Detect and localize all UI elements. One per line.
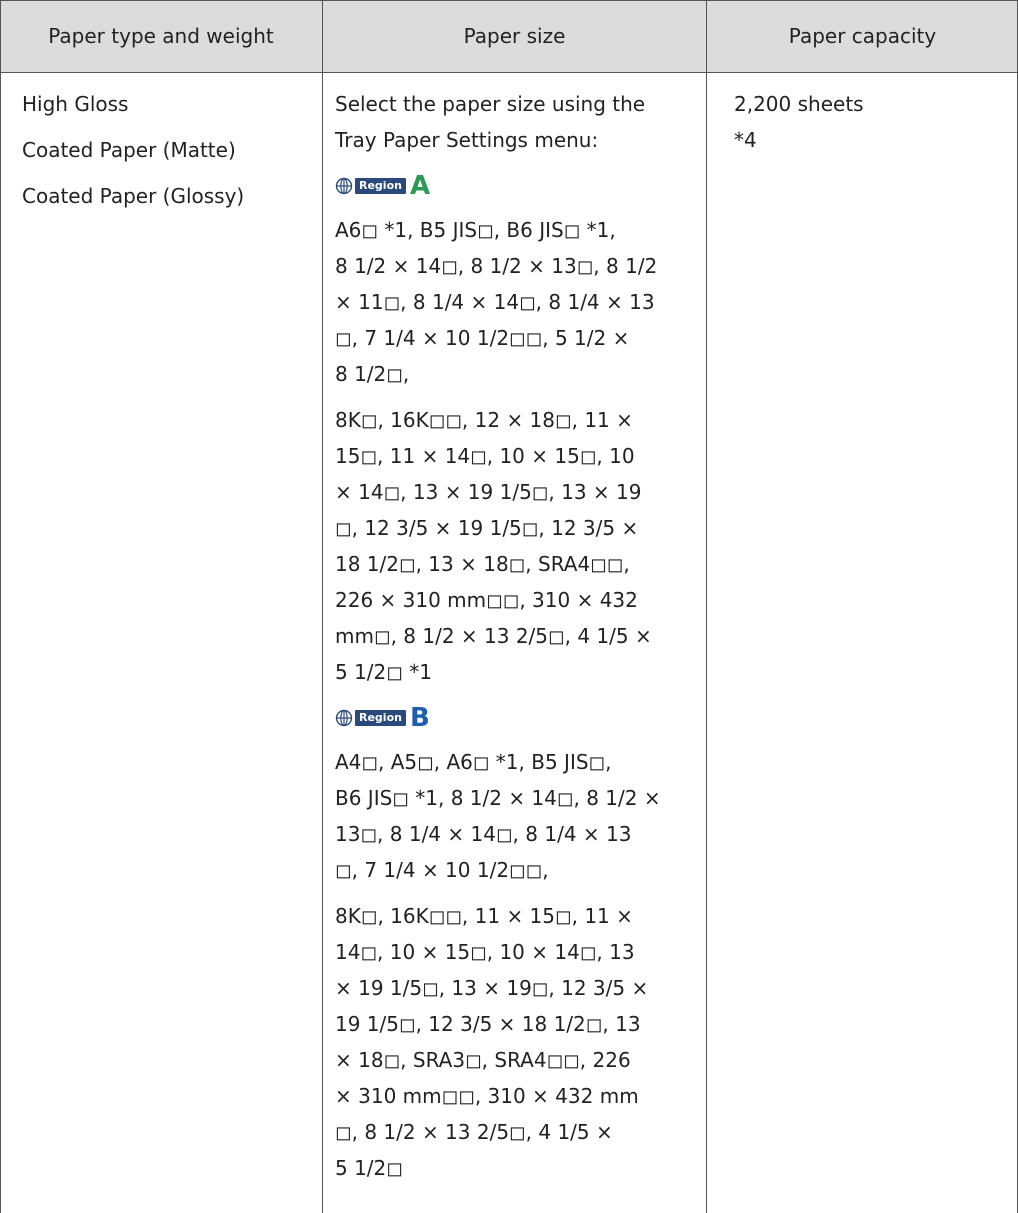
region-b-marker: Region B [335,700,702,736]
size-line: B6 JIS◻ *1, 8 1/2 × 14◻, 8 1/2 × [335,786,661,810]
table-border-top [0,0,1018,1]
header-paper-capacity: Paper capacity [788,24,937,48]
globe-icon [335,709,353,727]
paper-spec-table: Paper type and weight Paper size Paper c… [0,0,1018,1213]
size-line: 18 1/2◻, 13 × 18◻, SRA4◻◻, [335,552,630,576]
size-line: A6◻ *1, B5 JIS◻, B6 JIS◻ *1, [335,218,616,242]
size-line: ◻, 7 1/4 × 10 1/2◻◻, 5 1/2 × [335,326,630,350]
size-line: ◻, 12 3/5 × 19 1/5◻, 12 3/5 × [335,516,639,540]
capacity-footnote: *4 [734,128,757,152]
size-line: 8 1/2 × 14◻, 8 1/2 × 13◻, 8 1/2 [335,254,658,278]
size-line: ◻, 7 1/4 × 10 1/2◻◻, [335,858,549,882]
size-line: × 19 1/5◻, 13 × 19◻, 12 3/5 × [335,976,649,1000]
size-line: 5 1/2◻ [335,1156,403,1180]
paper-size-cell: Select the paper size using the Tray Pap… [323,72,706,1213]
size-line: 14◻, 10 × 15◻, 10 × 14◻, 13 [335,940,635,964]
size-line: A4◻, A5◻, A6◻ *1, B5 JIS◻, [335,750,612,774]
paper-type-item: Coated Paper (Glossy) [22,184,245,208]
size-line: 5 1/2◻ *1 [335,660,432,684]
region-b-letter: B [409,703,430,733]
intro-text: Select the paper size using the Tray Pap… [335,86,702,158]
paper-type-item: Coated Paper (Matte) [22,138,236,162]
globe-icon [335,177,353,195]
size-line: 15◻, 11 × 14◻, 10 × 15◻, 10 [335,444,635,468]
size-line: 8K◻, 16K◻◻, 12 × 18◻, 11 × [335,408,633,432]
size-line: 19 1/5◻, 12 3/5 × 18 1/2◻, 13 [335,1012,641,1036]
size-line: × 14◻, 13 × 19 1/5◻, 13 × 19 [335,480,642,504]
header-paper-size: Paper size [463,24,566,48]
intro-line: Select the paper size using the [335,92,646,116]
region-a-sizes-1: A6◻ *1, B5 JIS◻, B6 JIS◻ *1, 8 1/2 × 14◻… [335,212,702,392]
size-line: × 11◻, 8 1/4 × 14◻, 8 1/4 × 13 [335,290,655,314]
size-line: mm◻, 8 1/2 × 13 2/5◻, 4 1/5 × [335,624,652,648]
size-line: ◻, 8 1/2 × 13 2/5◻, 4 1/5 × [335,1120,613,1144]
paper-type-item: High Gloss [22,92,129,116]
size-line: 8K◻, 16K◻◻, 11 × 15◻, 11 × [335,904,633,928]
size-line: 226 × 310 mm◻◻, 310 × 432 [335,588,638,612]
size-line: 8 1/2◻, [335,362,410,386]
size-line: × 310 mm◻◻, 310 × 432 mm [335,1084,639,1108]
header-paper-type: Paper type and weight [48,24,274,48]
region-a-sizes-2: 8K◻, 16K◻◻, 12 × 18◻, 11 × 15◻, 11 × 14◻… [335,402,702,690]
region-tag: Region [355,710,406,726]
region-b-sizes-2: 8K◻, 16K◻◻, 11 × 15◻, 11 × 14◻, 10 × 15◻… [335,898,702,1186]
intro-line: Tray Paper Settings menu: [335,128,599,152]
region-a-marker: Region A [335,168,702,204]
region-b-sizes-1: A4◻, A5◻, A6◻ *1, B5 JIS◻, B6 JIS◻ *1, 8… [335,744,702,888]
paper-capacity-cell: 2,200 sheets *4 [707,72,1018,1213]
paper-type-cell: High Gloss Coated Paper (Matte) Coated P… [0,72,322,1213]
region-a-letter: A [409,171,431,201]
size-line: × 18◻, SRA3◻, SRA4◻◻, 226 [335,1048,631,1072]
capacity-value: 2,200 sheets [734,92,864,116]
size-line: 13◻, 8 1/4 × 14◻, 8 1/4 × 13 [335,822,632,846]
region-tag: Region [355,178,406,194]
